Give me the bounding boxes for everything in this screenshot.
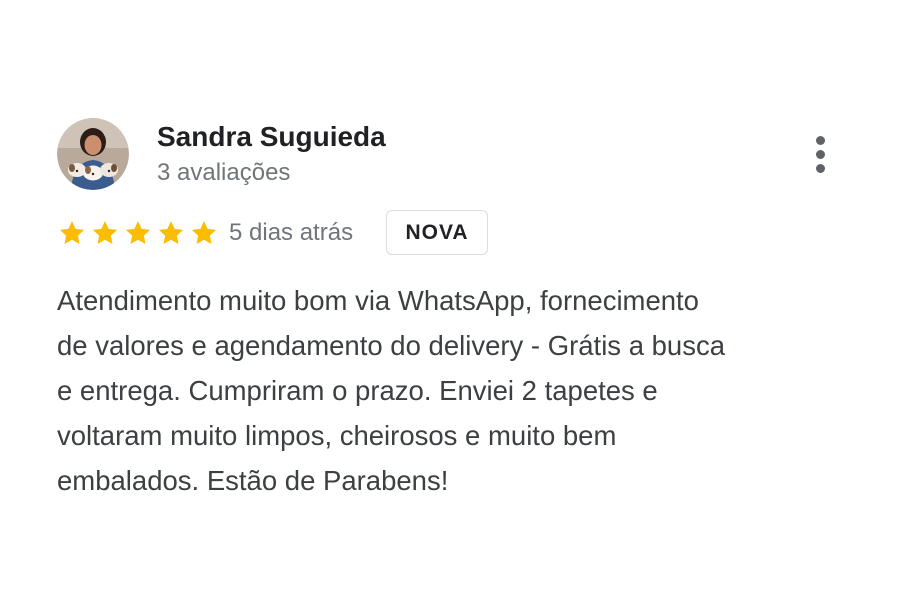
star-icon xyxy=(90,218,120,248)
new-badge: NOVA xyxy=(386,210,488,255)
review-text-line: de valores e agendamento do delivery - G… xyxy=(57,330,726,361)
star-icon xyxy=(156,218,186,248)
review-text-line: Atendimento muito bom via WhatsApp, forn… xyxy=(57,285,699,316)
more-options-icon-dot xyxy=(816,150,825,159)
star-icon xyxy=(57,218,87,248)
star-icon xyxy=(123,218,153,248)
more-options-button[interactable] xyxy=(804,132,838,178)
review-time: 5 dias atrás xyxy=(229,219,354,246)
review-text-line: embalados. Estão de Parabens! xyxy=(57,465,449,496)
more-options-icon-dot xyxy=(816,136,825,145)
author-avatar[interactable] xyxy=(57,118,129,190)
more-options-icon-dot xyxy=(816,164,825,173)
avatar-photo-icon xyxy=(57,118,129,190)
author-review-count[interactable]: 3 avaliações xyxy=(157,158,290,188)
review-card: Sandra Suguieda 3 avaliações 5 dias atrá… xyxy=(0,0,898,614)
star-rating xyxy=(57,218,222,248)
rating-row: 5 dias atrás NOVA xyxy=(57,210,817,258)
review-text-line: voltaram muito limpos, cheirosos e muito… xyxy=(57,420,617,451)
review-text: Atendimento muito bom via WhatsApp, forn… xyxy=(57,278,847,503)
author-name[interactable]: Sandra Suguieda xyxy=(157,120,386,154)
star-icon xyxy=(189,218,219,248)
review-text-line: e entrega. Cumpriram o prazo. Enviei 2 t… xyxy=(57,375,658,406)
